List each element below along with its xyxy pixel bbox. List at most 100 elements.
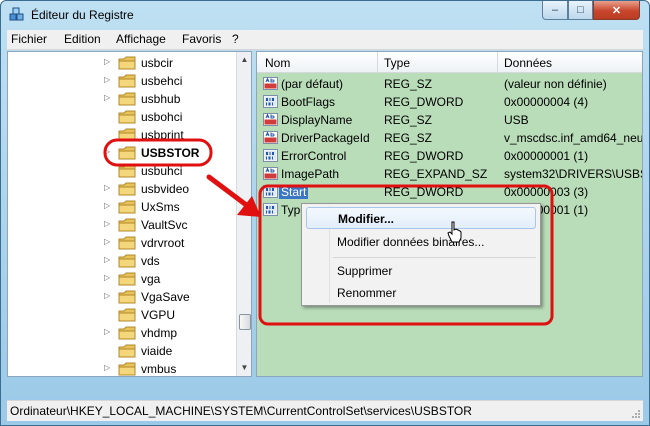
expand-arrow-icon[interactable]: ▷ (104, 94, 112, 102)
column-header-nom[interactable]: Nom (265, 56, 290, 70)
expand-arrow-icon[interactable]: ▷ (104, 328, 112, 336)
menu-fichier[interactable]: Fichier (11, 32, 47, 46)
tree-item[interactable]: VGPU (8, 306, 236, 324)
binary-value-icon (263, 185, 278, 198)
tree-item-label: USBSTOR (141, 146, 200, 160)
value-name: DriverPackageId (281, 131, 370, 145)
column-divider[interactable] (497, 52, 498, 72)
folder-icon (118, 218, 136, 232)
table-row[interactable]: Start REG_DWORD 0x00000003 (3) (257, 183, 642, 201)
tree-item[interactable]: ▷ USBSTOR (8, 144, 236, 162)
expand-arrow-icon[interactable]: ▷ (104, 202, 112, 210)
registry-cubes-icon (9, 7, 24, 21)
status-path: Ordinateur\HKEY_LOCAL_MACHINE\SYSTEM\Cur… (10, 404, 472, 418)
tree-item-label: UxSms (141, 200, 180, 214)
tree-item[interactable]: ▷ usbvideo (8, 180, 236, 198)
expand-arrow-icon[interactable]: ▷ (104, 364, 112, 372)
tree-item[interactable]: viaide (8, 342, 236, 360)
value-data: USB (504, 113, 529, 127)
expand-arrow-icon[interactable]: ▷ (104, 184, 112, 192)
scroll-thumb[interactable] (239, 314, 251, 330)
expand-arrow-icon[interactable]: ▷ (104, 292, 112, 300)
value-name: Start (279, 185, 309, 199)
tree-item[interactable]: ▷ usbcir (8, 54, 236, 72)
folder-icon (118, 362, 136, 376)
tree-item[interactable]: usbuhci (8, 162, 236, 180)
tree-item[interactable]: ▷ VgaSave (8, 288, 236, 306)
folder-icon (118, 290, 136, 304)
table-row[interactable]: DisplayName REG_SZ USB (257, 111, 642, 129)
value-name: BootFlags (281, 95, 336, 109)
tree-item[interactable]: usbprint (8, 126, 236, 144)
folder-icon (118, 254, 136, 268)
table-row[interactable]: DriverPackageId REG_SZ v_mscdsc.inf_amd64_… (257, 129, 642, 147)
menu-affichage[interactable]: Affichage (116, 32, 166, 46)
expand-arrow-icon[interactable]: ▷ (104, 148, 112, 156)
value-type: REG_SZ (384, 131, 433, 145)
tree-item[interactable]: ▷ vhdmp (8, 324, 236, 342)
tree-item[interactable]: ▷ VaultSvc (8, 216, 236, 234)
value-data: system32\DRIVERS\USBST (504, 167, 643, 181)
menu-edition[interactable]: Edition (64, 32, 101, 46)
close-button[interactable]: ✕ (593, 1, 640, 20)
scroll-down-icon[interactable]: ▼ (237, 360, 251, 376)
value-type: REG_DWORD (384, 185, 464, 199)
table-row[interactable]: (par défaut) REG_SZ (valeur non définie) (257, 75, 642, 93)
value-data: 0x00000003 (3) (504, 185, 589, 199)
folder-icon (118, 110, 136, 124)
value-type: REG_SZ (384, 77, 433, 91)
minimize-button[interactable]: – (542, 1, 568, 20)
folder-icon (118, 200, 136, 214)
resize-grip-icon[interactable] (631, 409, 641, 419)
tree-item[interactable]: ▷ vga (8, 270, 236, 288)
value-name: (par défaut) (281, 77, 344, 91)
value-type: REG_EXPAND_SZ (384, 167, 488, 181)
string-value-icon (263, 131, 278, 144)
binary-value-icon (263, 149, 278, 162)
menu-help[interactable]: ? (232, 32, 239, 46)
tree-item-label: VaultSvc (141, 218, 188, 232)
scroll-up-icon[interactable]: ▲ (237, 52, 251, 68)
expand-arrow-icon[interactable]: ▷ (104, 220, 112, 228)
menu-item-supprimer[interactable]: Supprimer (306, 260, 536, 282)
menu-favoris[interactable]: Favoris (182, 32, 221, 46)
tree-item[interactable]: ▷ usbhub (8, 90, 236, 108)
tree-item[interactable]: ▷ usbehci (8, 72, 236, 90)
tree-item-label: usbuhci (141, 164, 183, 178)
tree-item[interactable]: ▷ vds (8, 252, 236, 270)
value-name: DisplayName (281, 113, 353, 127)
column-header-type[interactable]: Type (384, 56, 410, 70)
tree-item-label: vhdmp (141, 326, 178, 340)
menu-item-modifier[interactable]: Modifier... (306, 207, 536, 229)
string-value-icon (263, 113, 278, 126)
expand-arrow-icon[interactable]: ▷ (104, 76, 112, 84)
tree-item[interactable]: ▷ UxSms (8, 198, 236, 216)
menu-item-modifier-binaire[interactable]: Modifier données binaires... (306, 231, 536, 253)
tree-item-label: viaide (141, 344, 173, 358)
expand-arrow-icon[interactable]: ▷ (104, 238, 112, 246)
folder-icon (118, 74, 136, 88)
tree-item[interactable]: ▷ vdrvroot (8, 234, 236, 252)
folder-icon (118, 344, 136, 358)
expand-arrow-icon[interactable]: ▷ (104, 274, 112, 282)
value-data: (valeur non définie) (504, 77, 607, 91)
table-row[interactable]: ErrorControl REG_DWORD 0x00000001 (1) (257, 147, 642, 165)
folder-icon (118, 164, 136, 178)
value-name: ImagePath (281, 167, 340, 181)
tree-item-label: VGPU (141, 308, 176, 322)
table-row[interactable]: ImagePath REG_EXPAND_SZ system32\DRIVERS\U… (257, 165, 642, 183)
tree-scrollbar[interactable]: ▲ ▼ (236, 52, 251, 376)
tree-item[interactable]: usbohci (8, 108, 236, 126)
tree-item-label: vdrvroot (141, 236, 185, 250)
title-bar[interactable]: Éditeur du Registre – □ ✕ (1, 1, 649, 29)
expand-arrow-icon[interactable]: ▷ (104, 256, 112, 264)
expand-arrow-icon[interactable]: ▷ (104, 58, 112, 66)
table-row[interactable]: BootFlags REG_DWORD 0x00000004 (4) (257, 93, 642, 111)
column-header-donnees[interactable]: Données (504, 56, 552, 70)
maximize-button[interactable]: □ (568, 1, 593, 20)
value-data: v_mscdsc.inf_amd64_neut (504, 131, 643, 145)
tree-item[interactable]: ▷ vmbus (8, 360, 236, 376)
column-divider[interactable] (377, 52, 378, 72)
value-type: REG_DWORD (384, 95, 464, 109)
menu-item-renommer[interactable]: Renommer (306, 282, 536, 304)
